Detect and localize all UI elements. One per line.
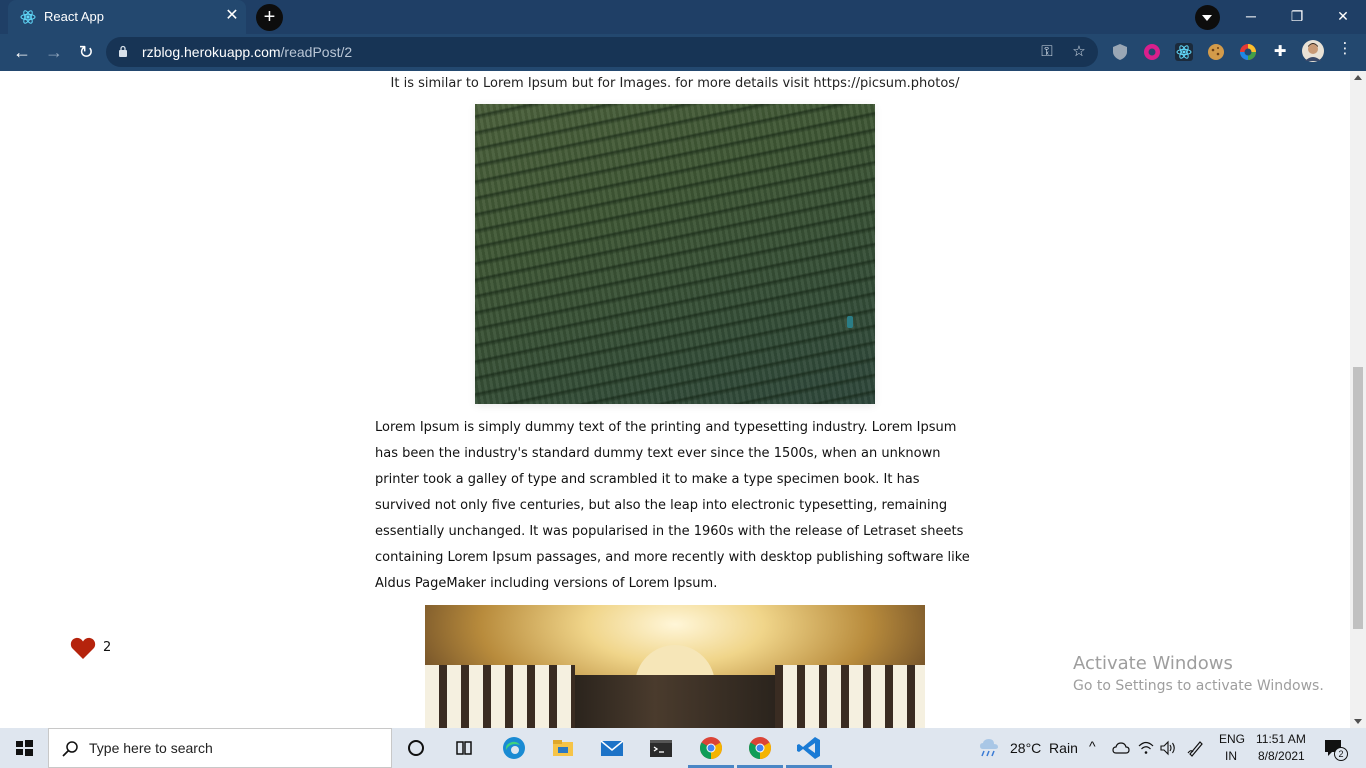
image-wall-panels-left bbox=[425, 665, 575, 728]
forward-button[interactable]: → bbox=[42, 40, 66, 64]
image-escalator bbox=[575, 675, 775, 728]
react-logo-icon bbox=[20, 10, 36, 24]
watermark-title: Activate Windows bbox=[1073, 653, 1233, 674]
restore-button[interactable]: ❐ bbox=[1274, 4, 1320, 28]
weather-rain-icon[interactable] bbox=[978, 738, 1000, 758]
profile-avatar[interactable] bbox=[1302, 40, 1324, 62]
puzzle-extensions-icon[interactable]: ✚ bbox=[1271, 43, 1289, 61]
taskbar-search-box[interactable]: Type here to search bbox=[48, 728, 392, 768]
color-wheel-extension-icon[interactable] bbox=[1239, 43, 1257, 61]
page-viewport: It is similar to Lorem Ipsum but for Ima… bbox=[0, 71, 1350, 728]
tab-title: React App bbox=[44, 9, 104, 24]
volume-icon[interactable] bbox=[1160, 740, 1178, 756]
bookmark-star-icon[interactable]: ☆ bbox=[1070, 43, 1088, 61]
post-paragraph: Lorem Ipsum is simply dummy text of the … bbox=[375, 420, 970, 591]
windows-start-icon[interactable] bbox=[0, 728, 48, 768]
wifi-icon[interactable] bbox=[1138, 740, 1154, 756]
url-host: rzblog.herokuapp.com bbox=[142, 44, 281, 60]
task-view-icon[interactable] bbox=[450, 734, 478, 762]
language-code[interactable]: ENG bbox=[1219, 732, 1245, 746]
key-icon[interactable]: ⚿ bbox=[1038, 43, 1056, 61]
language-region[interactable]: IN bbox=[1225, 749, 1237, 763]
url-text: rzblog.herokuapp.com/readPost/2 bbox=[142, 44, 352, 60]
post-image-escalator-tunnel bbox=[425, 605, 925, 728]
activate-windows-watermark: Activate Windows Go to Settings to activ… bbox=[1073, 653, 1324, 694]
clock-date[interactable]: 8/8/2021 bbox=[1258, 749, 1305, 763]
tab-strip: React App ✕ + ─ ❐ ✕ bbox=[0, 0, 1366, 34]
browser-menu-icon[interactable]: ⋮ bbox=[1336, 40, 1354, 58]
url-path: /readPost/2 bbox=[280, 44, 353, 60]
tab-search-button[interactable] bbox=[1195, 5, 1220, 30]
back-button[interactable]: ← bbox=[10, 40, 34, 64]
reload-button[interactable]: ↻ bbox=[74, 40, 98, 64]
tab-close-icon[interactable]: ✕ bbox=[224, 8, 240, 24]
scrollbar-thumb[interactable] bbox=[1353, 367, 1363, 629]
terminal-icon[interactable] bbox=[647, 734, 675, 762]
heart-icon[interactable] bbox=[70, 636, 96, 660]
lock-icon bbox=[119, 45, 127, 57]
taskbar-search-placeholder: Type here to search bbox=[89, 740, 213, 756]
watermark-subtitle: Go to Settings to activate Windows. bbox=[1073, 678, 1324, 694]
browser-toolbar: ← → ↻ rzblog.herokuapp.com/readPost/2 ⚿ … bbox=[0, 34, 1366, 71]
image-wall-panels-right bbox=[775, 665, 925, 728]
mail-icon[interactable] bbox=[598, 734, 626, 762]
weather-text[interactable]: 28°C Rain bbox=[1010, 740, 1078, 756]
tray-overflow-chevron-icon[interactable]: ^ bbox=[1089, 738, 1096, 754]
image-person-figure bbox=[847, 316, 853, 328]
new-tab-button[interactable]: + bbox=[256, 4, 283, 31]
pink-circle-extension-icon[interactable] bbox=[1143, 43, 1161, 61]
scroll-up-arrow-icon[interactable] bbox=[1354, 75, 1362, 80]
cortana-icon[interactable] bbox=[402, 734, 430, 762]
browser-tab[interactable]: React App ✕ bbox=[8, 0, 246, 34]
vscode-icon[interactable] bbox=[795, 734, 823, 762]
post-image-tea-field bbox=[475, 104, 875, 404]
notification-badge: 2 bbox=[1334, 747, 1348, 761]
file-explorer-icon[interactable] bbox=[549, 734, 577, 762]
edge-browser-icon[interactable] bbox=[500, 734, 528, 762]
close-window-button[interactable]: ✕ bbox=[1320, 4, 1366, 28]
like-count: 2 bbox=[103, 640, 112, 655]
chrome-profile-2-icon[interactable] bbox=[746, 734, 774, 762]
image-caption: It is similar to Lorem Ipsum but for Ima… bbox=[390, 76, 960, 91]
chrome-profile-1-icon[interactable] bbox=[697, 734, 725, 762]
windows-taskbar: Type here to search 28°C Rain ^ ENG IN 1… bbox=[0, 728, 1366, 768]
page-scrollbar[interactable] bbox=[1350, 71, 1366, 728]
react-devtools-icon[interactable] bbox=[1175, 43, 1193, 61]
pen-workspace-icon[interactable] bbox=[1187, 739, 1205, 757]
minimize-button[interactable]: ─ bbox=[1228, 4, 1274, 28]
onedrive-cloud-icon[interactable] bbox=[1112, 741, 1130, 755]
clock-time[interactable]: 11:51 AM bbox=[1256, 732, 1306, 746]
scroll-down-arrow-icon[interactable] bbox=[1354, 719, 1362, 724]
address-bar[interactable]: rzblog.herokuapp.com/readPost/2 ⚿ ☆ bbox=[106, 37, 1098, 67]
search-icon bbox=[62, 741, 78, 757]
shield-extension-icon[interactable] bbox=[1111, 43, 1129, 61]
cookie-extension-icon[interactable] bbox=[1207, 43, 1225, 61]
